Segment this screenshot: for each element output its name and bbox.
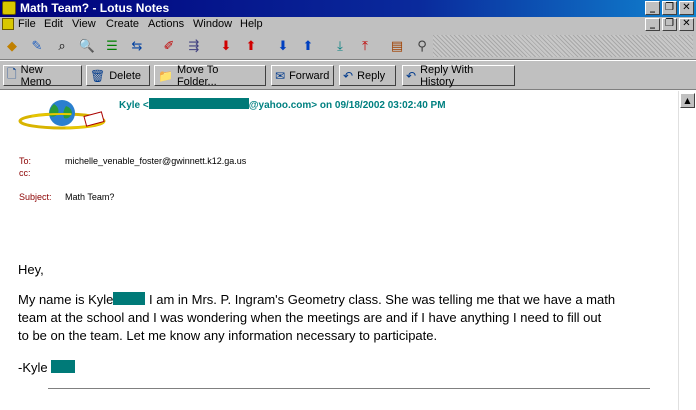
body-line-1a: My name is Kyle — [18, 292, 114, 307]
folder-icon: 📁 — [158, 68, 173, 83]
divider-line — [48, 388, 650, 390]
reply-with-history-button[interactable]: ↶ Reply With History — [402, 63, 515, 88]
move-to-folder-label: Move To Folder... — [176, 63, 219, 88]
next-down-icon[interactable]: ⬇ — [271, 35, 295, 57]
body-line-1: My name is Kyle I am in Mrs. P. Ingram's… — [18, 291, 615, 309]
link-icon[interactable]: ⚲ — [410, 35, 434, 57]
menu-actions[interactable]: Actions — [148, 18, 184, 30]
to-value: michelle_venable_foster@gwinnett.k12.ga.… — [65, 156, 247, 166]
new-memo-button[interactable]: 🗋 New Memo — [3, 63, 82, 88]
delete-button[interactable]: 🗑 Delete — [86, 65, 150, 86]
restore-button[interactable]: ❐ — [662, 1, 677, 15]
globe-envelope-logo-icon — [18, 100, 106, 130]
minimize-button[interactable]: _ — [645, 1, 660, 15]
memo-document: Kyle < @yahoo.com> on 09/18/2002 03:02:40… — [0, 91, 678, 410]
reply-history-icon: ↶ — [406, 68, 417, 83]
document-menu-icon[interactable] — [2, 18, 14, 30]
unread-down-icon[interactable]: ⤓ — [328, 35, 352, 57]
subject-value: Math Team? — [65, 192, 115, 202]
from-line: Kyle < @yahoo.com> on 09/18/2002 03:02:40… — [119, 98, 446, 111]
new-memo-label: New Memo — [20, 63, 52, 88]
redaction-bar — [148, 98, 249, 109]
body-line-3: to be on the team. Let me know any infor… — [18, 328, 438, 343]
doc-minimize-button[interactable]: _ — [645, 18, 660, 31]
next-up-icon[interactable]: ⬆ — [296, 35, 320, 57]
delete-icon: 🗑 — [90, 68, 106, 83]
menu-file[interactable]: File — [18, 18, 36, 30]
move-icon[interactable]: ⇆ — [125, 35, 149, 57]
forward-label: Forward — [289, 69, 330, 82]
menu-window[interactable]: Window — [193, 18, 232, 30]
to-label: To: — [19, 156, 32, 166]
menu-view[interactable]: View — [72, 18, 96, 30]
menu-bar: File Edit View Create Actions Window Hel… — [0, 17, 696, 33]
menu-help[interactable]: Help — [240, 18, 263, 30]
menu-create[interactable]: Create — [106, 18, 139, 30]
body-line-2: team at the school and I was wondering w… — [18, 310, 602, 325]
body-line-1b: I am in Mrs. P. Ingram's Geometry class.… — [145, 292, 616, 307]
redaction-bar — [113, 292, 146, 305]
reply-with-history-label: Reply With History — [420, 63, 474, 88]
from-prefix: Kyle < — [119, 100, 149, 111]
title-bar: Math Team? - Lotus Notes _ ❐ ✕ — [0, 0, 696, 17]
new-memo-icon: 🗋 — [7, 67, 17, 81]
action-bar: 🗋 New Memo 🗑 Delete 📁 Move To Folder... … — [0, 61, 696, 90]
forward-icon[interactable]: ⇶ — [182, 35, 206, 57]
toolbar-filler — [433, 35, 693, 57]
subject-label: Subject: — [19, 192, 52, 202]
close-button[interactable]: ✕ — [679, 1, 694, 15]
vertical-scrollbar[interactable]: ▲ — [678, 91, 696, 410]
window-title: Math Team? - Lotus Notes — [20, 1, 170, 15]
italic-icon[interactable]: ✐ — [157, 35, 181, 57]
greeting: Hey, — [18, 262, 44, 277]
move-to-folder-button[interactable]: 📁 Move To Folder... — [154, 63, 266, 88]
open-icon[interactable]: ◆ — [0, 35, 24, 57]
reply-button[interactable]: ↶ Reply — [339, 65, 396, 86]
edit-icon[interactable]: ✎ — [25, 35, 49, 57]
delete-label: Delete — [109, 69, 142, 82]
doc-close-button[interactable]: ✕ — [679, 18, 694, 31]
smarticons-toolbar: ◆ ✎ ⌕ 🔍 ☰ ⇆ ✐ ⇶ ⬇ ⬆ ⬇ ⬆ ⤓ ⤒ ▤ ⚲ ▥ ✱ — [0, 33, 696, 60]
down-arrow-icon[interactable]: ⬇ — [214, 35, 238, 57]
menu-edit[interactable]: Edit — [44, 18, 63, 30]
redaction-bar — [51, 360, 76, 373]
unread-up-icon[interactable]: ⤒ — [353, 35, 377, 57]
outline-icon[interactable]: ▤ — [385, 35, 409, 57]
doc-restore-button[interactable]: ❐ — [662, 18, 677, 31]
scroll-up-arrow-icon[interactable]: ▲ — [680, 93, 695, 108]
forward-button[interactable]: ✉ Forward — [271, 65, 334, 86]
find-icon[interactable]: ⌕ — [50, 35, 74, 57]
reply-label: Reply — [357, 69, 386, 82]
cc-label: cc: — [19, 168, 31, 178]
from-suffix: @yahoo.com> on 09/18/2002 03:02:40 PM — [248, 100, 446, 111]
forward-mail-icon: ✉ — [275, 68, 286, 83]
signoff: -Kyle — [18, 359, 76, 377]
signoff-text: -Kyle — [18, 360, 48, 375]
categorize-icon[interactable]: ☰ — [100, 35, 124, 57]
search-icon[interactable]: 🔍 — [75, 35, 99, 57]
reply-icon: ↶ — [343, 68, 354, 83]
up-arrow-icon[interactable]: ⬆ — [239, 35, 263, 57]
lotus-notes-app-icon[interactable] — [2, 1, 16, 15]
